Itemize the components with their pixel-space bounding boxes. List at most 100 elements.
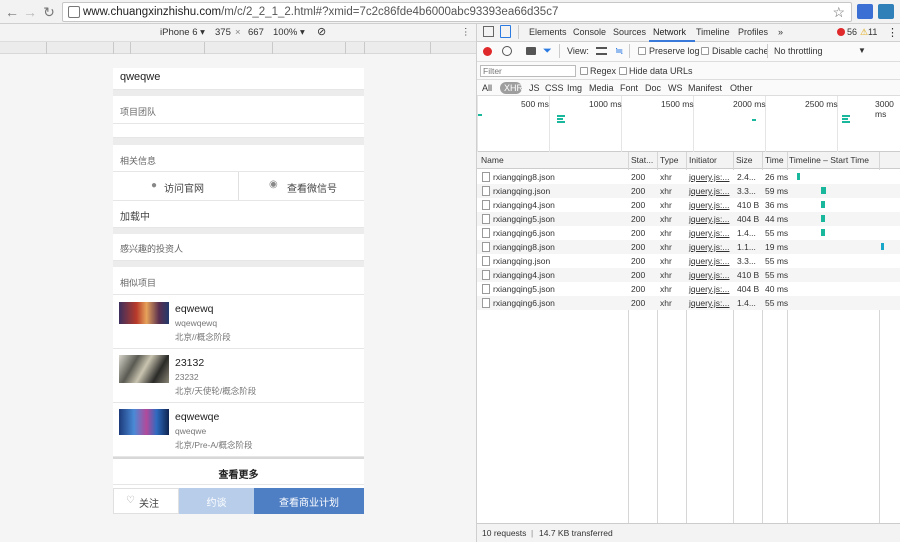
request-name[interactable]: rxiangqing5.json bbox=[493, 284, 555, 294]
request-initiator[interactable]: jquery.js:... bbox=[689, 242, 729, 252]
column-time[interactable]: Time bbox=[765, 155, 784, 165]
request-time: 40 ms bbox=[765, 284, 789, 294]
column-timeline[interactable]: Timeline – Start Time bbox=[789, 155, 869, 165]
overview-icon[interactable]: ≒ bbox=[615, 46, 623, 57]
type-ws[interactable]: WS bbox=[668, 83, 683, 93]
clear-icon[interactable] bbox=[502, 46, 512, 56]
tab-profiles[interactable]: Profiles bbox=[738, 27, 768, 37]
extension-icon[interactable] bbox=[857, 4, 873, 19]
project-name: eqwewq bbox=[175, 303, 214, 315]
filter-input[interactable] bbox=[480, 65, 576, 77]
request-row[interactable]: rxiangqing5.json 200 xhr jquery.js:... 4… bbox=[477, 282, 900, 296]
request-initiator[interactable]: jquery.js:... bbox=[689, 200, 729, 210]
url-text[interactable]: www.chuangxinzhishu.com/m/c/2_2_1_2.html… bbox=[83, 5, 558, 19]
large-rows-icon[interactable] bbox=[596, 47, 607, 55]
record-icon[interactable] bbox=[483, 47, 492, 56]
disable-cache-checkbox[interactable] bbox=[701, 47, 709, 55]
request-name[interactable]: rxiangqing8.json bbox=[493, 172, 555, 182]
zoom-select[interactable]: 100% ▾ bbox=[273, 24, 305, 41]
visit-site-button[interactable]: ● 访问官网 bbox=[113, 172, 239, 200]
column-type[interactable]: Type bbox=[660, 155, 678, 165]
tab-elements[interactable]: Elements bbox=[529, 27, 567, 37]
more-tabs-button[interactable]: » bbox=[778, 27, 783, 37]
device-select[interactable]: iPhone 6 ▾ bbox=[160, 24, 205, 41]
regex-checkbox[interactable] bbox=[580, 67, 588, 75]
view-plan-button[interactable]: 查看商业计划 bbox=[254, 488, 364, 514]
type-img[interactable]: Img bbox=[567, 83, 582, 93]
request-initiator[interactable]: jquery.js:... bbox=[689, 228, 729, 238]
warning-count[interactable]: 11 bbox=[868, 27, 877, 37]
filter-icon[interactable]: ⏷ bbox=[543, 45, 552, 58]
request-row[interactable]: rxiangqing6.json 200 xhr jquery.js:... 1… bbox=[477, 226, 900, 240]
type-manifest[interactable]: Manifest bbox=[688, 83, 722, 93]
error-count[interactable]: 56 bbox=[847, 27, 857, 37]
device-height[interactable]: 667 bbox=[248, 24, 264, 41]
request-initiator[interactable]: jquery.js:... bbox=[689, 186, 729, 196]
request-initiator[interactable]: jquery.js:... bbox=[689, 256, 729, 266]
tab-network[interactable]: Network bbox=[653, 27, 686, 37]
similar-project-item[interactable]: eqwewq wqewqewq 北京//概念阶段 bbox=[113, 295, 364, 349]
request-initiator[interactable]: jquery.js:... bbox=[689, 214, 729, 224]
request-name[interactable]: rxiangqing6.json bbox=[493, 228, 555, 238]
type-other[interactable]: Other bbox=[730, 83, 753, 93]
inspect-icon[interactable] bbox=[483, 26, 494, 37]
request-row[interactable]: rxiangqing6.json 200 xhr jquery.js:... 1… bbox=[477, 296, 900, 310]
warning-icon[interactable]: ⚠ bbox=[860, 27, 868, 38]
request-initiator[interactable]: jquery.js:... bbox=[689, 270, 729, 280]
request-name[interactable]: rxiangqing5.json bbox=[493, 214, 555, 224]
type-doc[interactable]: Doc bbox=[645, 83, 661, 93]
request-row[interactable]: rxiangqing8.json 200 xhr jquery.js:... 2… bbox=[477, 170, 900, 184]
extension-icon[interactable] bbox=[878, 4, 894, 19]
reload-icon[interactable]: ↻ bbox=[40, 3, 58, 21]
device-mode-icon[interactable] bbox=[500, 25, 511, 38]
tab-console[interactable]: Console bbox=[573, 27, 606, 37]
request-name[interactable]: rxiangqing.json bbox=[493, 256, 550, 266]
request-initiator[interactable]: jquery.js:... bbox=[689, 284, 729, 294]
type-all[interactable]: All bbox=[482, 83, 492, 93]
request-initiator[interactable]: jquery.js:... bbox=[689, 298, 729, 308]
capture-screenshots-icon[interactable] bbox=[526, 47, 536, 55]
request-name[interactable]: rxiangqing4.json bbox=[493, 200, 555, 210]
view-wechat-button[interactable]: ◉ 查看微信号 bbox=[239, 172, 364, 200]
request-row[interactable]: rxiangqing4.json 200 xhr jquery.js:... 4… bbox=[477, 198, 900, 212]
type-js[interactable]: JS bbox=[529, 83, 540, 93]
request-name[interactable]: rxiangqing8.json bbox=[493, 242, 555, 252]
request-initiator[interactable]: jquery.js:... bbox=[689, 172, 729, 182]
hide-data-urls-checkbox[interactable] bbox=[619, 67, 627, 75]
chevron-down-icon[interactable]: ▼ bbox=[858, 46, 866, 55]
back-icon[interactable]: ← bbox=[3, 3, 21, 21]
request-name[interactable]: rxiangqing.json bbox=[493, 186, 550, 196]
preserve-log-checkbox[interactable] bbox=[638, 47, 646, 55]
throttling-select[interactable]: No throttling bbox=[774, 46, 823, 56]
devtools-menu-icon[interactable]: ⋮ bbox=[887, 26, 898, 39]
more-options-icon[interactable]: ⋮ bbox=[461, 24, 471, 41]
error-icon[interactable] bbox=[837, 28, 845, 36]
tab-timeline[interactable]: Timeline bbox=[696, 27, 730, 37]
rotate-icon[interactable]: ⊘ bbox=[317, 24, 326, 41]
column-status[interactable]: Stat... bbox=[631, 155, 653, 165]
type-font[interactable]: Font bbox=[620, 83, 638, 93]
tab-sources[interactable]: Sources bbox=[613, 27, 646, 37]
type-media[interactable]: Media bbox=[589, 83, 614, 93]
similar-project-item[interactable]: eqwewqe qweqwe 北京/Pre-A/概念阶段 bbox=[113, 403, 364, 457]
request-row[interactable]: rxiangqing5.json 200 xhr jquery.js:... 4… bbox=[477, 212, 900, 226]
forward-icon[interactable]: → bbox=[21, 3, 39, 21]
bookmark-star-icon[interactable]: ☆ bbox=[832, 3, 845, 21]
request-name[interactable]: rxiangqing6.json bbox=[493, 298, 555, 308]
device-width[interactable]: 375 bbox=[215, 24, 231, 41]
similar-project-item[interactable]: 23132 23232 北京/天使轮/概念阶段 bbox=[113, 349, 364, 403]
address-bar[interactable]: www.chuangxinzhishu.com/m/c/2_2_1_2.html… bbox=[62, 2, 852, 22]
column-initiator[interactable]: Initiator bbox=[689, 155, 717, 165]
column-name[interactable]: Name bbox=[481, 155, 504, 165]
request-row[interactable]: rxiangqing.json 200 xhr jquery.js:... 3.… bbox=[477, 184, 900, 198]
appointment-button[interactable]: 约谈 bbox=[179, 488, 254, 514]
column-size[interactable]: Size bbox=[736, 155, 753, 165]
request-row[interactable]: rxiangqing8.json 200 xhr jquery.js:... 1… bbox=[477, 240, 900, 254]
type-xhr[interactable]: XHR bbox=[504, 83, 523, 93]
request-name[interactable]: rxiangqing4.json bbox=[493, 270, 555, 280]
request-row[interactable]: rxiangqing4.json 200 xhr jquery.js:... 4… bbox=[477, 268, 900, 282]
follow-button[interactable]: ♡ 关注 bbox=[113, 488, 179, 514]
request-row[interactable]: rxiangqing.json 200 xhr jquery.js:... 3.… bbox=[477, 254, 900, 268]
type-css[interactable]: CSS bbox=[545, 83, 564, 93]
view-more-button[interactable]: 查看更多 bbox=[113, 459, 364, 485]
